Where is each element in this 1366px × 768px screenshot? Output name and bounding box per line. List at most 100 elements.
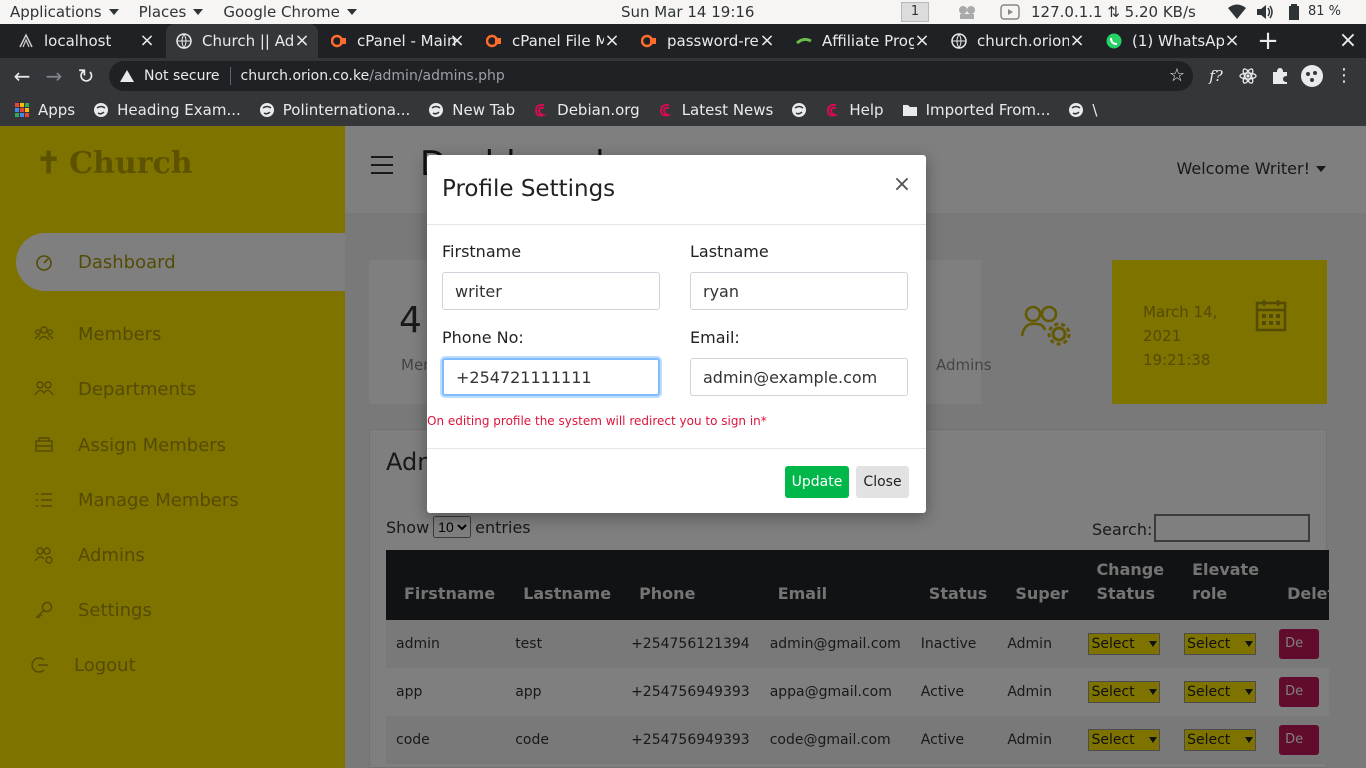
email-label: Email: [690, 328, 740, 347]
bookmark-imported-from[interactable]: Imported From... [902, 101, 1051, 119]
globe-icon [792, 103, 807, 117]
tab-cpanel-file-manager[interactable]: cPanel File Manager × [476, 24, 628, 58]
places-menu[interactable]: Places [129, 0, 214, 24]
phone-field[interactable] [442, 358, 660, 396]
lastname-label: Lastname [690, 242, 769, 261]
cpanel-icon [641, 34, 656, 48]
wifi-icon[interactable] [1228, 4, 1246, 20]
window-close-button[interactable]: × [1337, 27, 1359, 55]
new-tab-button[interactable]: + [1256, 27, 1280, 55]
folder-icon [902, 105, 917, 116]
bookmark-backslash[interactable]: \ [1068, 101, 1097, 119]
close-tab-icon[interactable]: × [912, 31, 932, 51]
tab-title: Church || Admin [202, 32, 294, 50]
close-tab-icon[interactable]: × [1067, 31, 1087, 51]
bookmark-label: New Tab [452, 101, 516, 119]
firstname-field[interactable] [442, 272, 660, 310]
bookmark-debian[interactable]: Debian.org [533, 101, 640, 119]
url-path: /admin/admins.php [369, 68, 505, 84]
tab-affiliate-program[interactable]: Affiliate Program × [786, 24, 938, 58]
tab-title: cPanel File Manager [512, 32, 604, 50]
bookmark-polinternational[interactable]: Polinternationa... [259, 101, 410, 119]
tab-title: localhost [44, 32, 112, 50]
tab-church-admin[interactable]: Church || Admin × [166, 24, 318, 58]
app-menu-google-chrome[interactable]: Google Chrome [213, 0, 367, 24]
close-button[interactable]: Close [856, 466, 909, 498]
modal-footer: Update Close [427, 448, 926, 513]
system-clock[interactable]: Sun Mar 14 19:16 [621, 3, 754, 21]
modal-close-icon[interactable]: × [892, 173, 912, 197]
battery-icon[interactable] [1288, 4, 1300, 20]
close-tab-icon[interactable]: × [292, 31, 312, 51]
tab-title: cPanel - Main [357, 32, 457, 50]
affiliate-icon [796, 37, 812, 45]
update-button[interactable]: Update [785, 466, 849, 498]
cpanel-icon [331, 34, 346, 48]
bookmark-label: Apps [38, 101, 76, 119]
close-tab-icon[interactable]: × [447, 31, 467, 51]
bookmark-new-tab[interactable]: New Tab [428, 101, 515, 119]
bookmark-label: Imported From... [925, 101, 1051, 119]
battery-percentage: 81 % [1308, 4, 1342, 19]
lastname-field[interactable] [690, 272, 908, 310]
security-status[interactable]: Not secure [144, 68, 220, 84]
media-icon [959, 6, 975, 19]
bookmark-apps[interactable]: Apps [14, 101, 75, 119]
cpanel-icon [486, 34, 501, 48]
app-menu-label: Google Chrome [223, 3, 340, 21]
bookmark-label: Help [849, 101, 884, 119]
bookmark-latest-news[interactable]: Latest News [658, 101, 774, 119]
tab-title: password-reset [667, 32, 759, 50]
reload-button[interactable]: ↻ [74, 64, 98, 88]
omnibox-divider [229, 67, 231, 85]
formula-extension-icon[interactable]: f? [1206, 66, 1226, 86]
chevron-down-icon [193, 9, 204, 15]
bookmark-heading-exam[interactable]: Heading Exam... [93, 101, 241, 119]
address-bar[interactable]: Not secure church.orion.co.ke /admin/adm… [109, 61, 1193, 91]
react-devtools-icon[interactable] [1238, 66, 1258, 86]
bookmark-label: Heading Exam... [117, 101, 241, 119]
profile-settings-modal: Profile Settings × Firstname Lastname Ph… [427, 155, 926, 513]
chevron-down-icon [108, 9, 119, 15]
bookmark-label: Latest News [681, 101, 774, 119]
globe-icon [951, 33, 967, 49]
close-tab-icon[interactable]: × [757, 31, 777, 51]
tab-whatsapp[interactable]: (1) WhatsApp × [1096, 24, 1248, 58]
bookmark-help[interactable]: Help [825, 101, 884, 119]
tab-church-orion[interactable]: church.orion.co.ke × [941, 24, 1093, 58]
applications-menu-label: Applications [10, 3, 102, 21]
phone-label: Phone No: [442, 328, 524, 347]
close-tab-icon[interactable]: × [602, 31, 622, 51]
bookmarks-bar: Apps Heading Exam... Polinternationa... … [0, 94, 1366, 126]
workspace-indicator[interactable]: 1 [901, 2, 929, 22]
tab-title: (1) WhatsApp [1132, 32, 1224, 50]
redirect-warning-note: On editing profile the system will redir… [427, 414, 767, 428]
volume-icon[interactable] [1256, 4, 1274, 20]
applications-menu[interactable]: Applications [0, 0, 129, 24]
warning-icon [120, 70, 134, 82]
chrome-menu-icon[interactable]: ⋮ [1334, 66, 1354, 86]
globe-icon [1069, 103, 1084, 117]
extensions-puzzle-icon[interactable] [1270, 66, 1290, 86]
tab-password-reset[interactable]: password-reset × [631, 24, 783, 58]
email-field[interactable] [690, 358, 908, 396]
bookmark-label: \ [1092, 101, 1098, 119]
close-tab-icon[interactable]: × [137, 31, 157, 51]
profile-avatar-icon[interactable] [1300, 64, 1324, 88]
close-tab-icon[interactable]: × [1222, 31, 1242, 51]
firstname-label: Firstname [442, 242, 522, 261]
forward-button[interactable]: → [42, 64, 66, 88]
back-button[interactable]: ← [10, 64, 34, 88]
pc-icon [19, 33, 33, 48]
modal-title: Profile Settings [442, 176, 616, 202]
globe-icon [259, 103, 274, 117]
bookmark-star-icon[interactable]: ☆ [1169, 65, 1185, 86]
video-player-icon [1000, 4, 1020, 20]
system-top-bar: Applications Places Google Chrome Sun Ma… [0, 0, 1366, 24]
globe-icon [176, 33, 192, 49]
tab-title: Affiliate Program [822, 32, 914, 50]
tab-cpanel-main[interactable]: cPanel - Main × [321, 24, 473, 58]
bookmark-globe[interactable] [791, 102, 807, 118]
tab-localhost[interactable]: localhost × [8, 24, 163, 58]
chevron-down-icon [346, 9, 357, 15]
